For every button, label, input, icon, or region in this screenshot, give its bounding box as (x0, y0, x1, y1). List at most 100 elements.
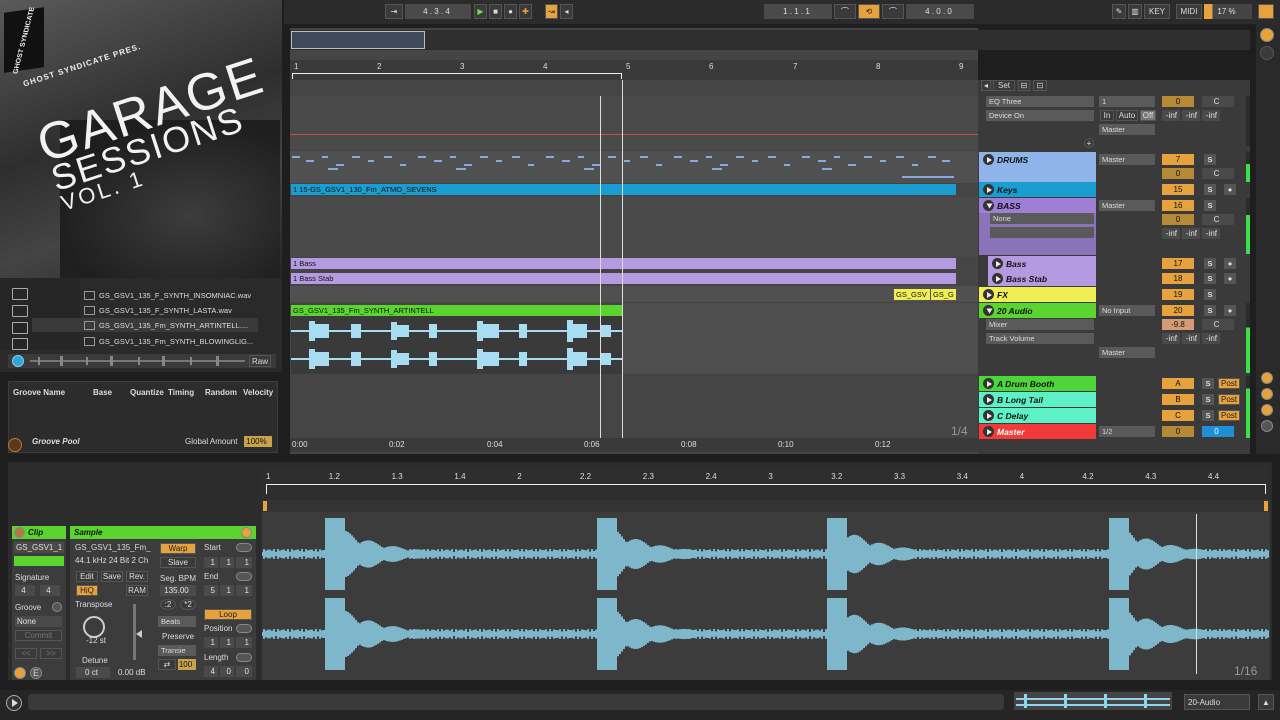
clip-view-toggle-icon[interactable] (14, 667, 26, 679)
drums-volume[interactable]: 0 (1162, 168, 1194, 179)
halve-tempo-button[interactable]: :2 (160, 599, 176, 610)
length-sixteenth[interactable]: 0 (236, 666, 252, 677)
track-header-keys[interactable]: Keys (979, 182, 1096, 197)
track-play-icon[interactable] (983, 184, 994, 195)
record-button[interactable]: ● (504, 4, 517, 19)
edit-sample-button[interactable]: Edit (76, 571, 98, 582)
nudge-back-button[interactable]: << (15, 648, 37, 659)
bass-track-number[interactable]: 17 (1162, 258, 1194, 269)
return-b-solo[interactable]: S (1202, 394, 1214, 405)
track-header-drums[interactable]: DRUMS (979, 152, 1096, 183)
punch-out-button[interactable]: ⌒ (882, 4, 904, 19)
bass-output-chooser[interactable]: Master (1099, 200, 1155, 211)
loop-start-field[interactable]: 1 . 1 . 1 (764, 4, 832, 19)
bass-track-solo[interactable]: S (1204, 258, 1216, 269)
position-set-icon[interactable] (236, 624, 252, 633)
clip-bass[interactable]: 1 Bass (291, 258, 956, 269)
top-output-chooser[interactable]: Master (1099, 124, 1155, 135)
audio-pan[interactable]: C (1202, 319, 1234, 330)
bass-volume[interactable]: 0 (1162, 214, 1194, 225)
length-beat[interactable]: 0 (220, 666, 234, 677)
ram-button[interactable]: RAM (126, 585, 148, 596)
lock-icon[interactable]: ⊟ (1018, 80, 1030, 91)
drums-track-number[interactable]: 7 (1162, 154, 1194, 165)
length-set-icon[interactable] (236, 653, 252, 662)
back-to-arrangement-button[interactable]: ◂ (560, 4, 573, 19)
raw-button[interactable]: Raw (249, 355, 271, 367)
browser-file-row[interactable]: GS_GSV1_135_Fm_SYNTH_BLOWINGLIG... (84, 334, 253, 348)
folder-icon[interactable] (12, 305, 28, 317)
monitor-in-button[interactable]: In (1100, 110, 1114, 121)
monitor-off-button[interactable]: Off (1140, 110, 1156, 121)
device-on-chooser[interactable]: Device On (986, 110, 1094, 121)
track-header-bass-stab[interactable]: Bass Stab (988, 271, 1096, 286)
track-play-icon[interactable] (983, 378, 994, 389)
folder-icon[interactable] (12, 288, 28, 300)
automation-arm-button[interactable]: ↝ (545, 4, 558, 19)
transpose-knob[interactable] (83, 616, 105, 638)
track-play-icon[interactable] (983, 394, 994, 405)
clip-color-swatch[interactable] (14, 556, 64, 566)
track-header-return-c[interactable]: C Delay (979, 408, 1096, 423)
hiq-button[interactable]: HiQ (76, 585, 98, 596)
monitor-auto-button[interactable]: Auto (1116, 110, 1138, 121)
drums-solo-button[interactable]: S (1204, 154, 1216, 165)
punch-in-button[interactable]: ⌒ (834, 4, 856, 19)
detune-field[interactable]: 0 ct (76, 667, 110, 678)
top-pan-field[interactable]: C (1202, 96, 1234, 107)
set-button[interactable]: Set (993, 80, 1015, 91)
audio-arm[interactable]: ● (1224, 305, 1236, 316)
save-sample-button[interactable]: Save (101, 571, 123, 582)
bass-group-empty-chooser[interactable] (990, 227, 1094, 238)
audio-volume[interactable]: -9.8 (1162, 319, 1194, 330)
loop-brace[interactable] (292, 73, 622, 79)
groove-chooser[interactable]: None (15, 616, 62, 627)
return-c-letter[interactable]: C (1162, 410, 1194, 421)
clip-overview-thumbnail[interactable] (1014, 692, 1172, 710)
commit-button[interactable]: Commit (15, 630, 62, 641)
io-toggle-icon[interactable] (1261, 372, 1273, 384)
keys-track-number[interactable]: 15 (1162, 184, 1194, 195)
top-volume-field[interactable]: 0 (1162, 96, 1194, 107)
keys-arm-button[interactable]: ● (1224, 184, 1236, 195)
bass-pan[interactable]: C (1202, 214, 1234, 225)
bass-solo-button[interactable]: S (1204, 200, 1216, 211)
master-pan[interactable]: 0 (1202, 426, 1234, 437)
loop-button[interactable]: Loop (204, 609, 252, 620)
groove-hot-swap-icon[interactable] (52, 602, 62, 612)
track-play-icon[interactable] (983, 426, 994, 437)
loop-switch-button[interactable]: ⟲ (858, 4, 880, 19)
start-bar[interactable]: 1 (204, 557, 218, 568)
track-play-icon[interactable] (992, 273, 1003, 284)
folder-icon[interactable] (12, 338, 28, 350)
overview-bar[interactable] (290, 30, 1250, 50)
drums-pan[interactable]: C (1202, 168, 1234, 179)
position-sixteenth[interactable]: 1 (236, 637, 252, 648)
preserve-chooser[interactable]: Transie (158, 645, 196, 656)
lane-fx[interactable] (290, 286, 978, 302)
overdub-button[interactable]: ✚ (519, 4, 532, 19)
sample-loop-brace[interactable] (266, 484, 1266, 494)
audio-track-volume-chooser[interactable]: Track Volume (986, 333, 1094, 344)
track-header-bass[interactable]: Bass (988, 256, 1096, 271)
track-header-fx[interactable]: FX (979, 287, 1096, 302)
eq-device-chooser[interactable]: EQ Three (986, 96, 1094, 107)
warp-marker-bar[interactable] (262, 500, 1270, 512)
track-header-return-b[interactable]: B Long Tail (979, 392, 1096, 407)
folder-icon[interactable] (12, 322, 28, 334)
lane-audio-empty[interactable] (622, 303, 978, 374)
warp-marker-start[interactable] (263, 501, 267, 511)
loop-mode-icon[interactable]: ⇄ (158, 659, 176, 670)
lane-returns[interactable] (290, 376, 978, 438)
clip-atmo[interactable]: 1 15-GS_GSV1_130_Fm_ATMO_SEVENS (291, 184, 956, 195)
return-a-post[interactable]: Post (1218, 378, 1240, 389)
browser-file-row-selected[interactable]: GS_GSV1_135_Fm_SYNTH_ARTINTELL.... (32, 318, 258, 332)
track-header-audio[interactable]: 20 Audio (979, 303, 1096, 318)
drums-output-chooser[interactable]: Master (1099, 154, 1155, 165)
bass-group-number[interactable]: 16 (1162, 200, 1194, 211)
track-fold-icon[interactable] (983, 200, 994, 211)
mixer-toggle-icon[interactable] (1261, 420, 1273, 432)
play-button[interactable]: ▶ (474, 4, 487, 19)
browser-file-row[interactable]: GS_GSV1_135_F_SYNTH_LASTA.wav (84, 303, 232, 317)
stop-button[interactable]: ■ (489, 4, 502, 19)
